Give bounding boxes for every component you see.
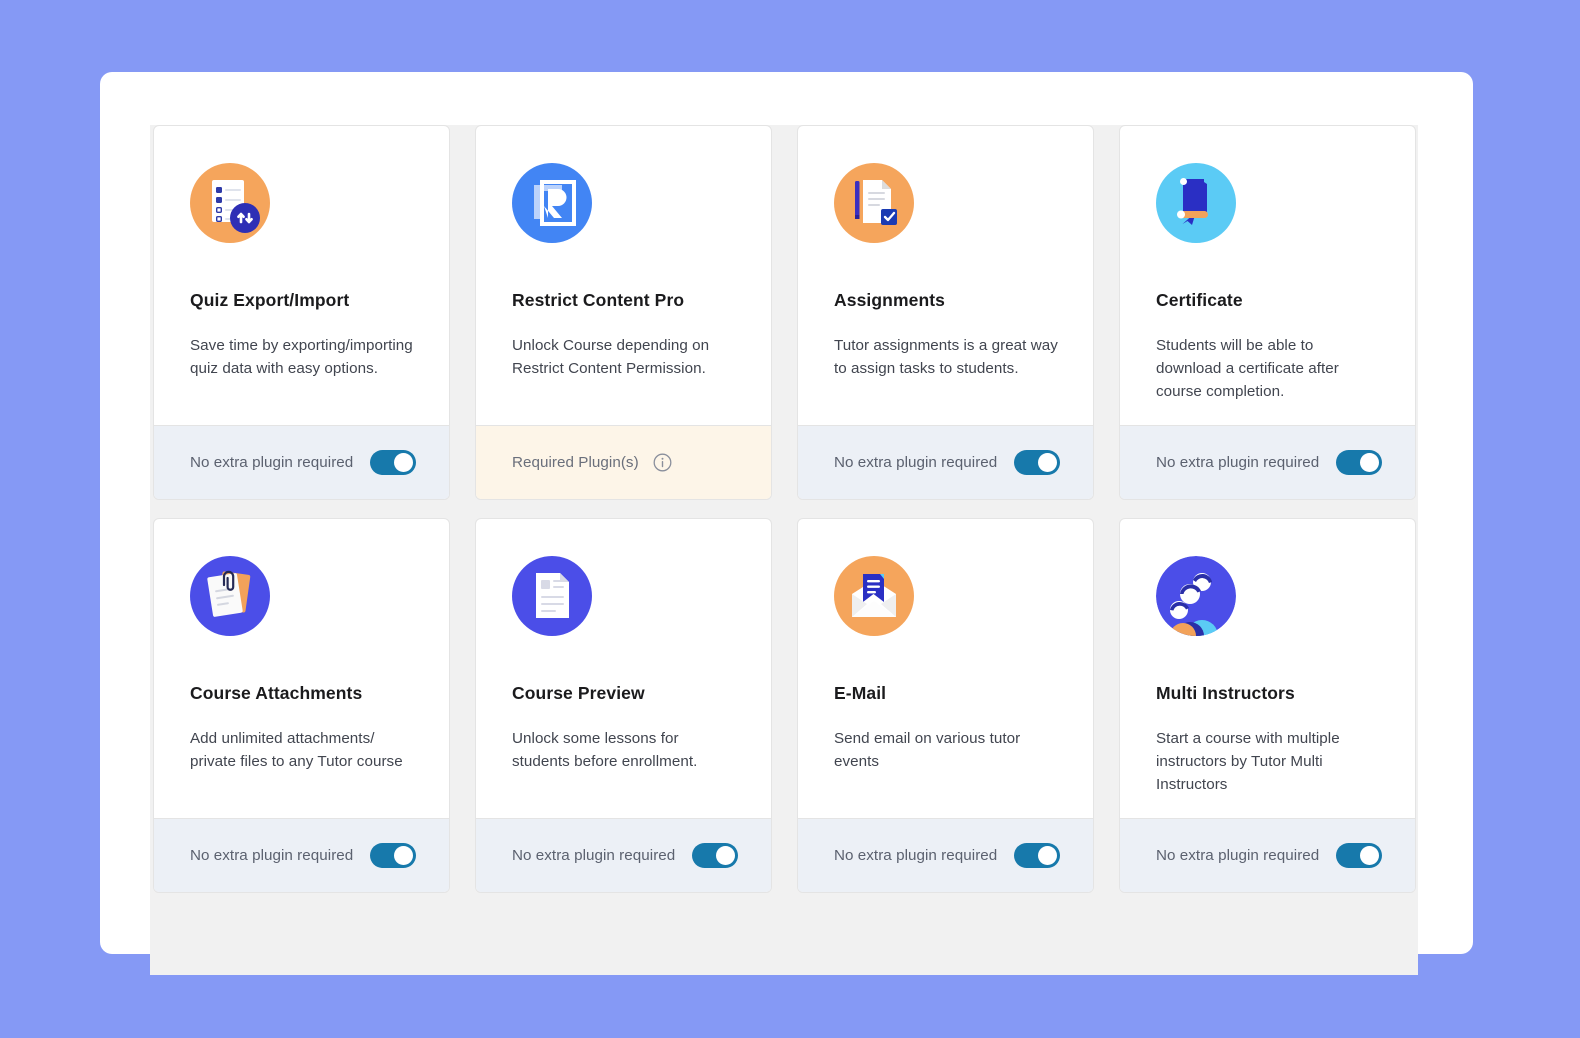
addon-description: Tutor assignments is a great way to assi…	[834, 336, 1058, 377]
toggle-knob	[1360, 453, 1379, 472]
restrict-content-pro-icon	[512, 163, 592, 243]
addon-description: Start a course with multiple instructors…	[1156, 729, 1340, 793]
addon-title: Course Attachments	[190, 683, 363, 703]
addon-title: Quiz Export/Import	[190, 290, 350, 310]
card-body: Restrict Content Pro Unlock Course depen…	[476, 126, 771, 425]
addon-card-quiz-export-import[interactable]: Quiz Export/Import Save time by exportin…	[153, 125, 450, 500]
addon-title: Certificate	[1156, 290, 1243, 310]
toggle-knob	[1038, 846, 1057, 865]
addons-grid: Quiz Export/Import Save time by exportin…	[150, 125, 1416, 893]
toggle-knob	[394, 453, 413, 472]
card-footer: No extra plugin required	[1120, 818, 1415, 892]
card-footer: No extra plugin required	[798, 818, 1093, 892]
addon-title: Course Preview	[512, 683, 645, 703]
multi-instructors-icon	[1156, 556, 1236, 636]
course-preview-icon	[512, 556, 592, 636]
quiz-export-import-icon	[190, 163, 270, 243]
card-body: E-Mail Send email on various tutor event…	[798, 519, 1093, 818]
addon-description: Save time by exporting/importing quiz da…	[190, 336, 413, 377]
card-body: Certificate Students will be able to dow…	[1120, 126, 1415, 425]
addon-description: Send email on various tutor events	[834, 729, 1021, 770]
toggle-knob	[394, 846, 413, 865]
footer-label: No extra plugin required	[512, 847, 676, 864]
addon-description: Add unlimited attachments/ private files…	[190, 729, 403, 770]
email-icon	[834, 556, 914, 636]
footer-label: Required Plugin(s)	[512, 454, 639, 471]
addon-description: Unlock Course depending on Restrict Cont…	[512, 336, 710, 377]
footer-label: No extra plugin required	[834, 847, 998, 864]
info-icon[interactable]	[653, 453, 672, 472]
addon-card-course-preview[interactable]: Course Preview Unlock some lessons for s…	[475, 518, 772, 893]
toggle-knob	[716, 846, 735, 865]
footer-label: No extra plugin required	[190, 847, 354, 864]
addon-card-multi-instructors[interactable]: Multi Instructors Start a course with mu…	[1119, 518, 1416, 893]
toggle-knob	[1038, 453, 1057, 472]
addons-area: Quiz Export/Import Save time by exportin…	[150, 125, 1418, 975]
card-body: Assignments Tutor assignments is a great…	[798, 126, 1093, 425]
addon-toggle-quiz-export-import[interactable]	[370, 450, 416, 475]
addon-card-assignments[interactable]: Assignments Tutor assignments is a great…	[797, 125, 1094, 500]
addon-description: Unlock some lessons for students before …	[512, 729, 698, 770]
addon-title: E-Mail	[834, 683, 887, 703]
addons-panel: Quiz Export/Import Save time by exportin…	[100, 72, 1473, 975]
course-attachments-icon	[190, 556, 270, 636]
addon-toggle-course-attachments[interactable]	[370, 843, 416, 868]
addon-card-restrict-content-pro[interactable]: Restrict Content Pro Unlock Course depen…	[475, 125, 772, 500]
addon-card-certificate[interactable]: Certificate Students will be able to dow…	[1119, 125, 1416, 500]
footer-label: No extra plugin required	[834, 454, 998, 471]
card-body: Quiz Export/Import Save time by exportin…	[154, 126, 449, 425]
addon-title: Multi Instructors	[1156, 683, 1295, 703]
addon-toggle-assignments[interactable]	[1014, 450, 1060, 475]
card-footer: No extra plugin required	[798, 425, 1093, 499]
card-footer: No extra plugin required	[154, 425, 449, 499]
card-body: Course Attachments Add unlimited attachm…	[154, 519, 449, 818]
footer-label: No extra plugin required	[1156, 847, 1320, 864]
toggle-knob	[1360, 846, 1379, 865]
addon-toggle-course-preview[interactable]	[692, 843, 738, 868]
card-body: Course Preview Unlock some lessons for s…	[476, 519, 771, 818]
card-footer: Required Plugin(s)	[476, 425, 771, 499]
addon-toggle-e-mail[interactable]	[1014, 843, 1060, 868]
footer-label: No extra plugin required	[190, 454, 354, 471]
assignments-icon	[834, 163, 914, 243]
addon-title: Assignments	[834, 290, 945, 310]
card-footer: No extra plugin required	[154, 818, 449, 892]
card-footer: No extra plugin required	[1120, 425, 1415, 499]
addon-card-course-attachments[interactable]: Course Attachments Add unlimited attachm…	[153, 518, 450, 893]
card-body: Multi Instructors Start a course with mu…	[1120, 519, 1415, 818]
certificate-icon	[1156, 163, 1236, 243]
addon-description: Students will be able to download a cert…	[1156, 336, 1339, 400]
addon-card-e-mail[interactable]: E-Mail Send email on various tutor event…	[797, 518, 1094, 893]
addon-title: Restrict Content Pro	[512, 290, 685, 310]
addon-toggle-multi-instructors[interactable]	[1336, 843, 1382, 868]
addon-toggle-certificate[interactable]	[1336, 450, 1382, 475]
card-footer: No extra plugin required	[476, 818, 771, 892]
footer-label: No extra plugin required	[1156, 454, 1320, 471]
